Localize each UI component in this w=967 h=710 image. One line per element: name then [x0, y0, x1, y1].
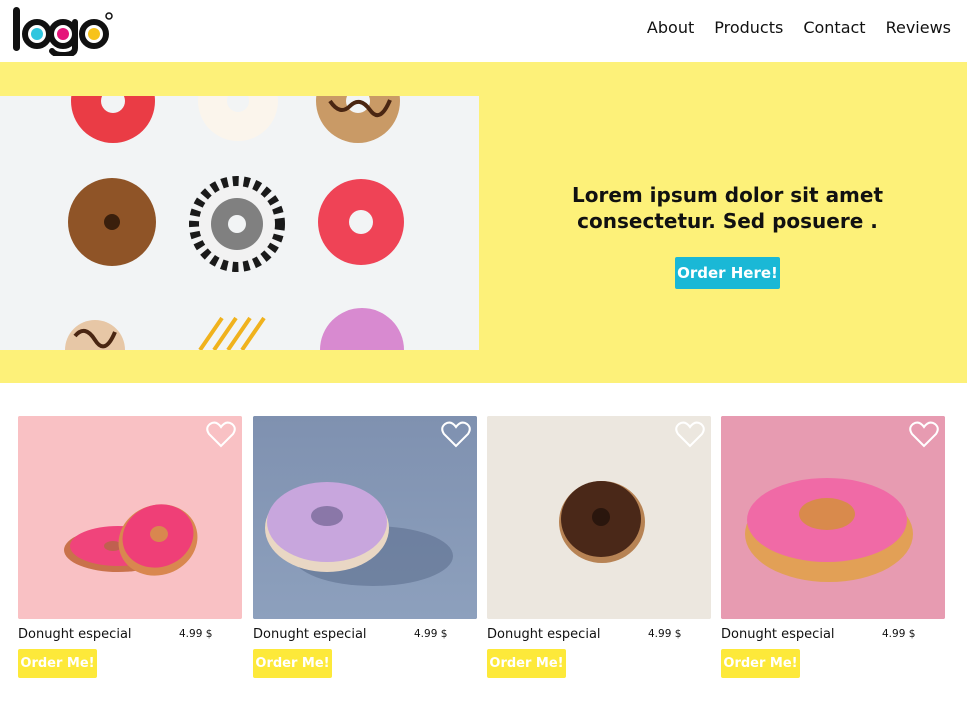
product-image — [253, 416, 477, 619]
heart-icon[interactable] — [909, 420, 939, 448]
order-me-button[interactable]: Order Me! — [18, 649, 97, 678]
product-name: Donught especial — [487, 627, 601, 642]
product-name: Donught especial — [721, 627, 835, 642]
product-name: Donught especial — [253, 627, 367, 642]
product-card: Donught especial 4.99 $ Order Me! — [18, 416, 242, 686]
order-me-button[interactable]: Order Me! — [487, 649, 566, 678]
hero-headline: Lorem ipsum dolor sit amet consectetur. … — [571, 183, 884, 233]
product-image — [487, 416, 711, 619]
heart-icon[interactable] — [675, 420, 705, 448]
nav-reviews[interactable]: Reviews — [886, 18, 951, 37]
order-me-button[interactable]: Order Me! — [721, 649, 800, 678]
product-price: 4.99 $ — [414, 628, 448, 640]
product-image — [721, 416, 945, 619]
product-image — [18, 416, 242, 619]
order-me-button[interactable]: Order Me! — [253, 649, 332, 678]
product-card: Donught especial 4.99 $ Order Me! — [487, 416, 711, 686]
site-header: About Products Contact Reviews — [0, 0, 967, 62]
hero-banner: Lorem ipsum dolor sit amet consectetur. … — [0, 62, 967, 383]
heart-icon[interactable] — [206, 420, 236, 448]
product-price: 4.99 $ — [179, 628, 213, 640]
order-here-button[interactable]: Order Here! — [675, 257, 780, 289]
heart-icon[interactable] — [441, 420, 471, 448]
product-card: Donught especial 4.99 $ Order Me! — [253, 416, 477, 686]
product-price: 4.99 $ — [882, 628, 916, 640]
nav-contact[interactable]: Contact — [803, 18, 865, 37]
product-price: 4.99 $ — [648, 628, 682, 640]
nav-about[interactable]: About — [647, 18, 694, 37]
nav-products[interactable]: Products — [714, 18, 783, 37]
product-name: Donught especial — [18, 627, 132, 642]
product-card: Donught especial 4.99 $ Order Me! — [721, 416, 945, 686]
hero-donuts-image — [0, 96, 479, 350]
main-nav: About Products Contact Reviews — [627, 18, 951, 37]
logo[interactable] — [10, 4, 114, 56]
